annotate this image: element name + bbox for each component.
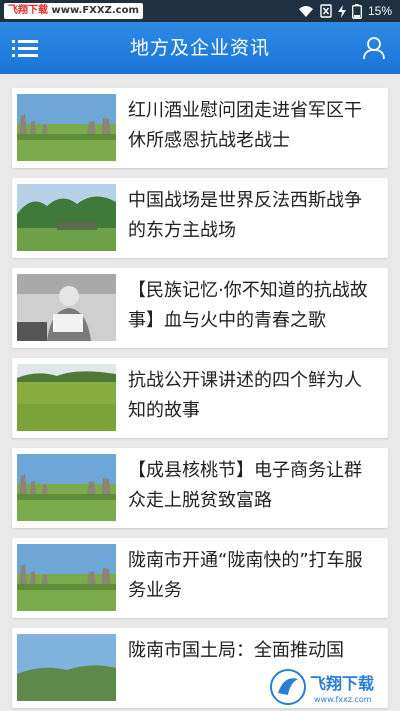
article-list: 红川酒业慰问团走进省军区干休所感恩抗战老战士 中国战场是世界反法西斯战争的东方主…	[0, 74, 400, 711]
article-thumbnail	[17, 184, 116, 251]
no-sim-icon	[320, 4, 332, 18]
article-card[interactable]: 红川酒业慰问团走进省军区干休所感恩抗战老战士	[12, 88, 388, 168]
article-title: 【成县核桃节】电子商务让群众走上脱贫致富路	[128, 460, 362, 511]
watermark-title: 飞翔下载	[310, 674, 374, 693]
article-card[interactable]: 【成县核桃节】电子商务让群众走上脱贫致富路	[12, 448, 388, 528]
article-title: 陇南市国土局：全面推动国	[128, 640, 344, 661]
user-icon[interactable]	[362, 36, 386, 60]
article-card[interactable]: 【民族记忆·你不知道的抗战故事】血与火中的青春之歌	[12, 268, 388, 348]
site-badge-url: www.FXXZ.com	[48, 5, 139, 16]
article-title: 红川酒业慰问团走进省军区干休所感恩抗战老战士	[128, 100, 362, 151]
article-thumbnail	[17, 364, 116, 431]
article-thumbnail	[17, 544, 116, 611]
article-card[interactable]: 陇南市开通“陇南快的”打车服务业务	[12, 538, 388, 618]
watermark-logo: 飞翔下载 www.fxxz.com	[270, 667, 398, 707]
article-thumbnail	[17, 454, 116, 521]
site-badge: 飞翔下载 www.FXXZ.com	[4, 3, 143, 19]
article-thumbnail	[17, 634, 116, 701]
charging-icon	[337, 4, 346, 18]
article-thumbnail	[17, 274, 116, 341]
article-title: 抗战公开课讲述的四个鲜为人知的故事	[128, 370, 362, 421]
app-bar: 地方及企业资讯	[0, 22, 400, 74]
battery-level: 15%	[367, 4, 392, 18]
site-badge-name: 飞翔下载	[8, 5, 48, 16]
battery-icon	[352, 3, 362, 19]
article-card[interactable]: 中国战场是世界反法西斯战争的东方主战场	[12, 178, 388, 258]
article-thumbnail	[17, 94, 116, 161]
status-icons: 15%	[298, 3, 392, 19]
page-title: 地方及企业资讯	[129, 37, 270, 59]
article-title: 陇南市开通“陇南快的”打车服务业务	[128, 550, 363, 601]
article-title: 【民族记忆·你不知道的抗战故事】血与火中的青春之歌	[128, 280, 368, 331]
article-title: 中国战场是世界反法西斯战争的东方主战场	[128, 190, 362, 241]
watermark-url: www.fxxz.com	[314, 695, 372, 704]
status-bar: 飞翔下载 www.FXXZ.com 15%	[0, 0, 400, 22]
wifi-icon	[298, 5, 313, 17]
article-card[interactable]: 抗战公开课讲述的四个鲜为人知的故事	[12, 358, 388, 438]
